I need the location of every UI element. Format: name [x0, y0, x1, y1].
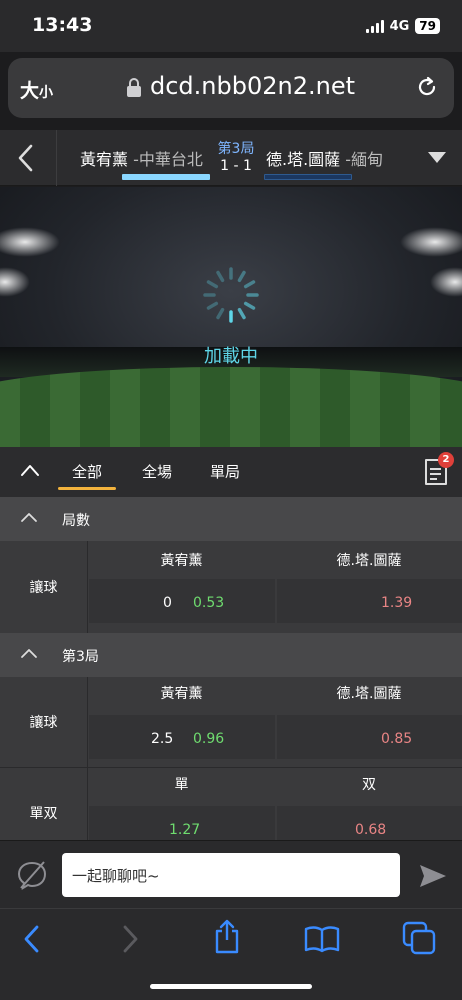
score: 1 - 1 — [220, 158, 252, 174]
reload-icon[interactable] — [414, 74, 440, 100]
send-icon[interactable] — [418, 863, 448, 889]
away-team-country: -緬甸 — [345, 150, 384, 169]
market-handicap: 讓球 黃宥薰 德.塔.圖薩 2.5 0.96 0.85 — [0, 677, 462, 767]
even-odds-cell[interactable]: 0.68 — [277, 806, 462, 840]
url-text[interactable]: dcd.nbb02n2.net — [150, 72, 355, 100]
text-size-button[interactable]: 大小 — [20, 76, 53, 103]
text-size-large: 大 — [20, 80, 40, 102]
market-label: 讓球 — [0, 677, 88, 767]
section-title: 局數 — [62, 513, 90, 529]
bookmarks-icon[interactable] — [304, 925, 340, 953]
odd-column-header: 單 — [174, 777, 189, 793]
stadium-light — [400, 227, 462, 257]
handicap-line: 0 — [163, 595, 172, 611]
section-title: 第3局 — [62, 649, 99, 665]
home-team-country: -中華台北 — [133, 150, 203, 169]
home-odds: 0.53 — [193, 595, 225, 611]
forward-icon[interactable] — [118, 923, 142, 955]
tab-full-match[interactable]: 全場 — [142, 461, 172, 482]
even-odds: 0.68 — [355, 822, 387, 838]
away-odds-cell[interactable]: 0.85 — [277, 715, 462, 759]
collapse-chevron-up-icon[interactable] — [20, 463, 40, 477]
stadium-light — [430, 267, 462, 297]
browser-address-bar[interactable]: 大小 dcd.nbb02n2.net — [8, 58, 454, 118]
cellular-signal-icon — [365, 19, 384, 33]
away-odds: 0.85 — [381, 731, 413, 747]
away-odds: 1.39 — [381, 595, 413, 611]
away-column-header: 德.塔.圖薩 — [336, 553, 402, 569]
home-team: 黃宥薰 -中華台北 — [80, 146, 203, 170]
handicap-line: 2.5 — [151, 731, 174, 747]
chat-bar: 一起聊聊吧~ — [0, 840, 462, 908]
tab-single-game[interactable]: 單局 — [210, 461, 240, 482]
odd-odds: 1.27 — [169, 822, 201, 838]
network-type: 4G — [389, 18, 410, 34]
text-size-small: 小 — [39, 85, 54, 101]
tab-all[interactable]: 全部 — [72, 461, 102, 482]
live-video-area[interactable]: 加載中 — [0, 187, 462, 447]
away-odds-cell[interactable]: 1.39 — [277, 579, 462, 623]
home-column-header: 黃宥薰 — [160, 553, 203, 569]
active-tab-underline — [58, 487, 116, 490]
divider — [56, 130, 57, 186]
back-icon[interactable] — [20, 923, 44, 955]
section-header-game-3[interactable]: 第3局 — [0, 633, 462, 677]
section-header-games[interactable]: 局數 — [0, 497, 462, 541]
market-label: 單双 — [0, 768, 88, 840]
market-label: 讓球 — [0, 541, 88, 633]
back-chevron-icon[interactable] — [14, 142, 38, 174]
match-dropdown-icon[interactable] — [428, 152, 446, 163]
status-bar: 13:43 4G 79 — [0, 0, 462, 52]
chevron-up-icon — [21, 649, 37, 658]
round-label: 第3局 — [217, 141, 255, 157]
status-time: 13:43 — [32, 14, 93, 36]
market-odd-even: 單双 單 双 1.27 0.68 — [0, 768, 462, 840]
chevron-up-icon — [21, 513, 37, 522]
chat-input[interactable]: 一起聊聊吧~ — [62, 853, 400, 897]
stadium-light — [0, 227, 60, 257]
away-team-bar — [264, 174, 352, 180]
market-tabs: 全部 全場 單局 2 — [0, 447, 462, 497]
bet-slip-count-badge: 2 — [438, 452, 454, 468]
away-column-header: 德.塔.圖薩 — [336, 686, 402, 702]
away-team-name: 德.塔.圖薩 — [266, 150, 341, 169]
home-odds: 0.96 — [193, 731, 225, 747]
home-odds-cell[interactable]: 2.5 0.96 — [89, 715, 275, 759]
away-team: 德.塔.圖薩 -緬甸 — [266, 146, 383, 170]
loading-text: 加載中 — [204, 346, 258, 367]
home-team-bar — [122, 174, 210, 180]
tabs-icon[interactable] — [402, 921, 436, 955]
battery-icon: 79 — [415, 18, 440, 34]
home-odds-cell[interactable]: 0 0.53 — [89, 579, 275, 623]
even-column-header: 双 — [362, 777, 376, 793]
odd-odds-cell[interactable]: 1.27 — [89, 806, 275, 840]
share-icon[interactable] — [212, 919, 242, 955]
lock-icon — [127, 78, 141, 97]
home-column-header: 黃宥薰 — [160, 686, 203, 702]
market-handicap: 讓球 黃宥薰 德.塔.圖薩 0 0.53 1.39 — [0, 541, 462, 633]
loading-spinner-icon — [203, 267, 259, 323]
chat-disabled-icon[interactable] — [16, 859, 48, 891]
match-header: 黃宥薰 -中華台北 第3局 1 - 1 德.塔.圖薩 -緬甸 — [0, 130, 462, 186]
home-team-name: 黃宥薰 — [80, 150, 129, 169]
stadium-field — [0, 367, 462, 447]
stadium-light — [0, 267, 30, 297]
status-indicators: 4G 79 — [365, 18, 440, 34]
home-indicator — [150, 984, 312, 989]
